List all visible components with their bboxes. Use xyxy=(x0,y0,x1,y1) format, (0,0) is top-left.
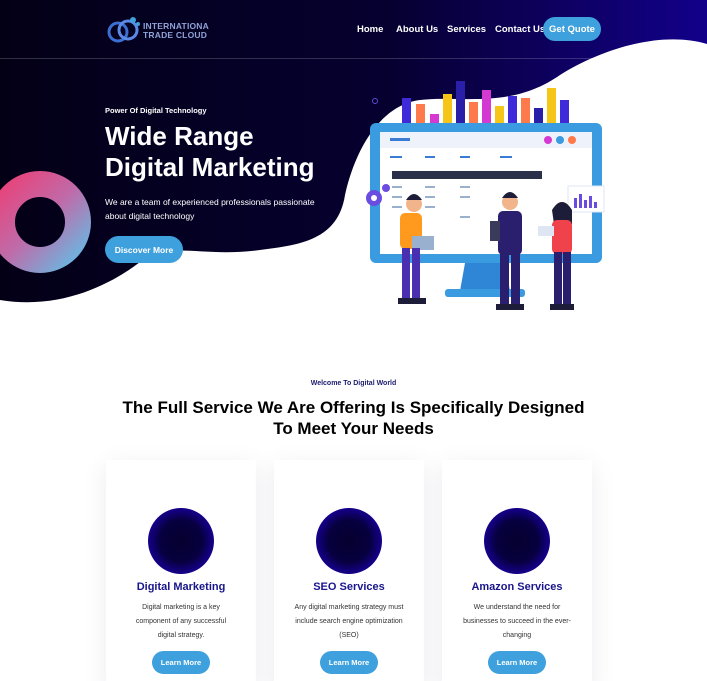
card-title: SEO Services xyxy=(313,581,385,593)
nav-about-us[interactable]: About Us xyxy=(396,24,438,35)
learn-more-button[interactable]: Learn More xyxy=(320,651,378,674)
service-card-seo: SEO Services Any digital marketing strat… xyxy=(274,460,424,681)
discover-more-button[interactable]: Discover More xyxy=(105,236,183,263)
services-eyebrow: Welcome To Digital World xyxy=(310,380,397,387)
learn-more-button[interactable]: Learn More xyxy=(152,651,210,674)
nav-contact-us[interactable]: Contact Us xyxy=(495,24,545,35)
hero-title-line1: Wide Range xyxy=(105,121,254,151)
card-title: Digital Marketing xyxy=(136,581,226,593)
nav-home[interactable]: Home xyxy=(357,24,383,35)
services-title: The Full Service We Are Offering Is Spec… xyxy=(100,397,607,439)
service-icon xyxy=(148,508,214,574)
service-card-digital-marketing: Digital Marketing Digital marketing is a… xyxy=(106,460,256,681)
analytics-card-graphic xyxy=(567,185,605,213)
bar-chart-graphic xyxy=(372,81,569,124)
digital-marketing-illustration xyxy=(366,81,605,310)
services-title-line1: The Full Service We Are Offering Is Spec… xyxy=(122,398,585,417)
nav-services[interactable]: Services xyxy=(447,24,486,35)
cloud-logo-icon xyxy=(107,17,140,43)
service-card-amazon: Amazon Services We understand the need f… xyxy=(442,460,592,681)
card-description: Digital marketing is a key component of … xyxy=(135,604,227,639)
logo-wordmark: INTERNATIONA TRADE CLOUD xyxy=(143,21,209,40)
gradient-ring-decoration xyxy=(0,171,91,273)
card-description: We understand the need for businesses to… xyxy=(463,604,571,639)
brand-logo[interactable]: INTERNATIONA TRADE CLOUD xyxy=(106,14,216,46)
learn-more-button[interactable]: Learn More xyxy=(488,651,546,674)
get-quote-button[interactable]: Get Quote xyxy=(543,17,601,41)
hero-title: Wide Range Digital Marketing xyxy=(105,121,345,183)
card-description: Any digital marketing strategy must incl… xyxy=(294,604,404,639)
card-title: Amazon Services xyxy=(471,581,563,593)
hero-subtitle: We are a team of experienced professiona… xyxy=(105,197,315,221)
nav-divider xyxy=(0,58,707,59)
service-icon xyxy=(316,508,382,574)
hero-eyebrow: Power Of Digital Technology xyxy=(105,106,207,115)
services-title-line2: To Meet Your Needs xyxy=(273,419,434,438)
hero-section: INTERNATIONA TRADE CLOUD Home About Us S… xyxy=(0,0,707,330)
hero-title-line2: Digital Marketing xyxy=(105,152,315,182)
service-icon xyxy=(484,508,550,574)
